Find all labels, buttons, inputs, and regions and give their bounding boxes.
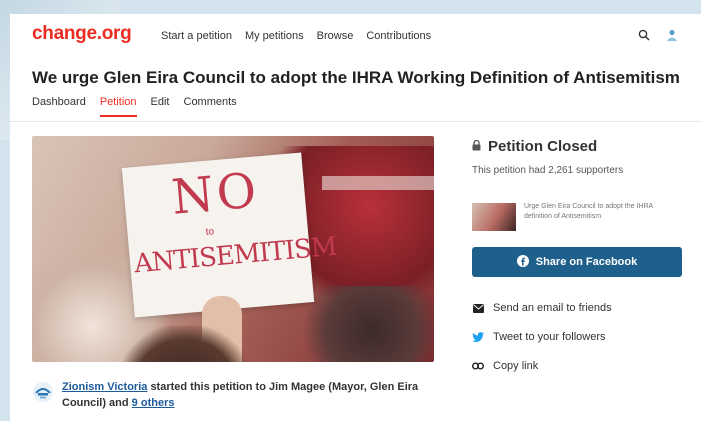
supporters-count: This petition had 2,261 supporters [472, 165, 624, 176]
sign-text-no: NO [169, 162, 262, 226]
starter-text: Zionism Victoria started this petition t… [62, 379, 432, 411]
protester-head [120, 326, 250, 362]
envelope-icon [472, 302, 484, 314]
facebook-label: Share on Facebook [535, 256, 638, 268]
nav-my-petitions[interactable]: My petitions [245, 30, 304, 42]
tab-petition[interactable]: Petition [99, 96, 137, 117]
search-icon[interactable] [637, 28, 651, 42]
tab-dashboard[interactable]: Dashboard [32, 96, 86, 117]
petition-status: Petition Closed [472, 138, 597, 155]
preview-text: Urge Glen Eira Council to adopt the IHRA… [524, 203, 653, 220]
change-org-logo[interactable]: change.org [32, 23, 132, 45]
share-facebook-button[interactable]: Share on Facebook [472, 247, 682, 277]
avatar-icon[interactable] [665, 28, 679, 42]
petition-title: We urge Glen Eira Council to adopt the I… [32, 68, 680, 87]
status-label: Petition Closed [488, 138, 598, 155]
tweet-label: Tweet to your followers [493, 331, 606, 343]
link-icon [472, 360, 484, 372]
facebook-icon [516, 254, 529, 270]
nav-start-petition[interactable]: Start a petition [161, 30, 232, 42]
organization-avatar-icon[interactable] [32, 381, 54, 403]
copy-link-button[interactable]: Copy link [472, 358, 538, 374]
lock-icon [472, 138, 481, 155]
preview-thumbnail [472, 203, 516, 231]
tab-edit[interactable]: Edit [151, 96, 170, 117]
share-email-link[interactable]: Send an email to friends [472, 300, 612, 316]
share-twitter-link[interactable]: Tweet to your followers [472, 329, 606, 345]
main-nav: Start a petition My petitions Browse Con… [161, 30, 431, 42]
sign-text-to: to [205, 226, 215, 239]
petition-tabs: Dashboard Petition Edit Comments [32, 96, 237, 117]
others-link[interactable]: 9 others [132, 397, 175, 409]
author-link[interactable]: Zionism Victoria [62, 381, 147, 393]
sign-text-antisemitism: ANTISEMITISM [132, 231, 338, 280]
petition-image: NO to ANTISEMITISM [32, 136, 434, 362]
protest-sign: NO to ANTISEMITISM [121, 152, 338, 318]
petition-page: change.org Start a petition My petitions… [10, 14, 701, 421]
site-header: change.org Start a petition My petitions… [10, 14, 701, 60]
nav-browse[interactable]: Browse [317, 30, 354, 42]
tab-comments[interactable]: Comments [184, 96, 237, 117]
twitter-bird-icon [472, 331, 484, 343]
email-label: Send an email to friends [493, 302, 612, 314]
petition-preview-card[interactable]: Urge Glen Eira Council to adopt the IHRA… [472, 196, 682, 236]
nav-contributions[interactable]: Contributions [366, 30, 431, 42]
bus-stripe [322, 176, 434, 190]
tab-divider [10, 121, 701, 122]
copy-label: Copy link [493, 360, 539, 372]
